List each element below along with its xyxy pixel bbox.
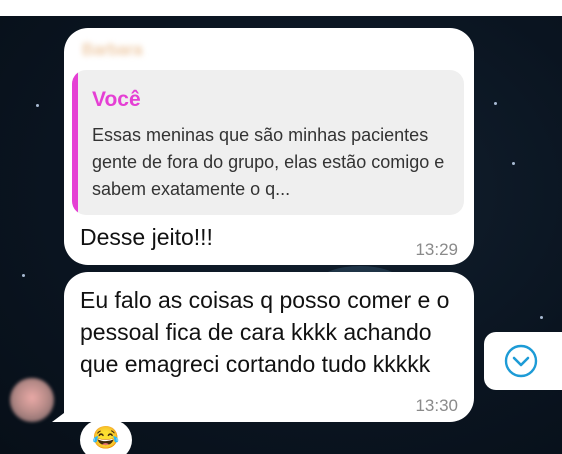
message-text: Desse jeito!!! [80, 224, 213, 250]
scroll-to-bottom-button[interactable] [484, 332, 562, 390]
quoted-reply[interactable]: Você Essas meninas que são minhas pacien… [72, 70, 464, 215]
chevron-down-icon [504, 344, 538, 378]
background-star [22, 274, 25, 277]
quote-author: Você [92, 88, 141, 111]
message-bubble[interactable]: Barbara Você Essas meninas que são minha… [64, 28, 474, 265]
avatar[interactable] [10, 378, 54, 422]
message-time: 13:30 [415, 396, 458, 415]
message-bubble[interactable]: Eu falo as coisas q posso comer e o pess… [64, 272, 474, 422]
background-star [512, 162, 515, 165]
message-time: 13:29 [415, 240, 458, 259]
top-bar [0, 0, 562, 16]
quote-accent-bar [72, 70, 78, 215]
message-text: Eu falo as coisas q posso comer e o pess… [80, 287, 450, 377]
background-star [494, 102, 497, 105]
background-star [540, 316, 543, 319]
quote-text: Essas meninas que são minhas pacientes g… [92, 125, 445, 199]
reaction-badge[interactable]: 😂 [80, 420, 132, 454]
sender-name[interactable]: Barbara [82, 40, 142, 60]
background-star [36, 104, 39, 107]
reaction-emoji: 😂 [92, 425, 120, 450]
